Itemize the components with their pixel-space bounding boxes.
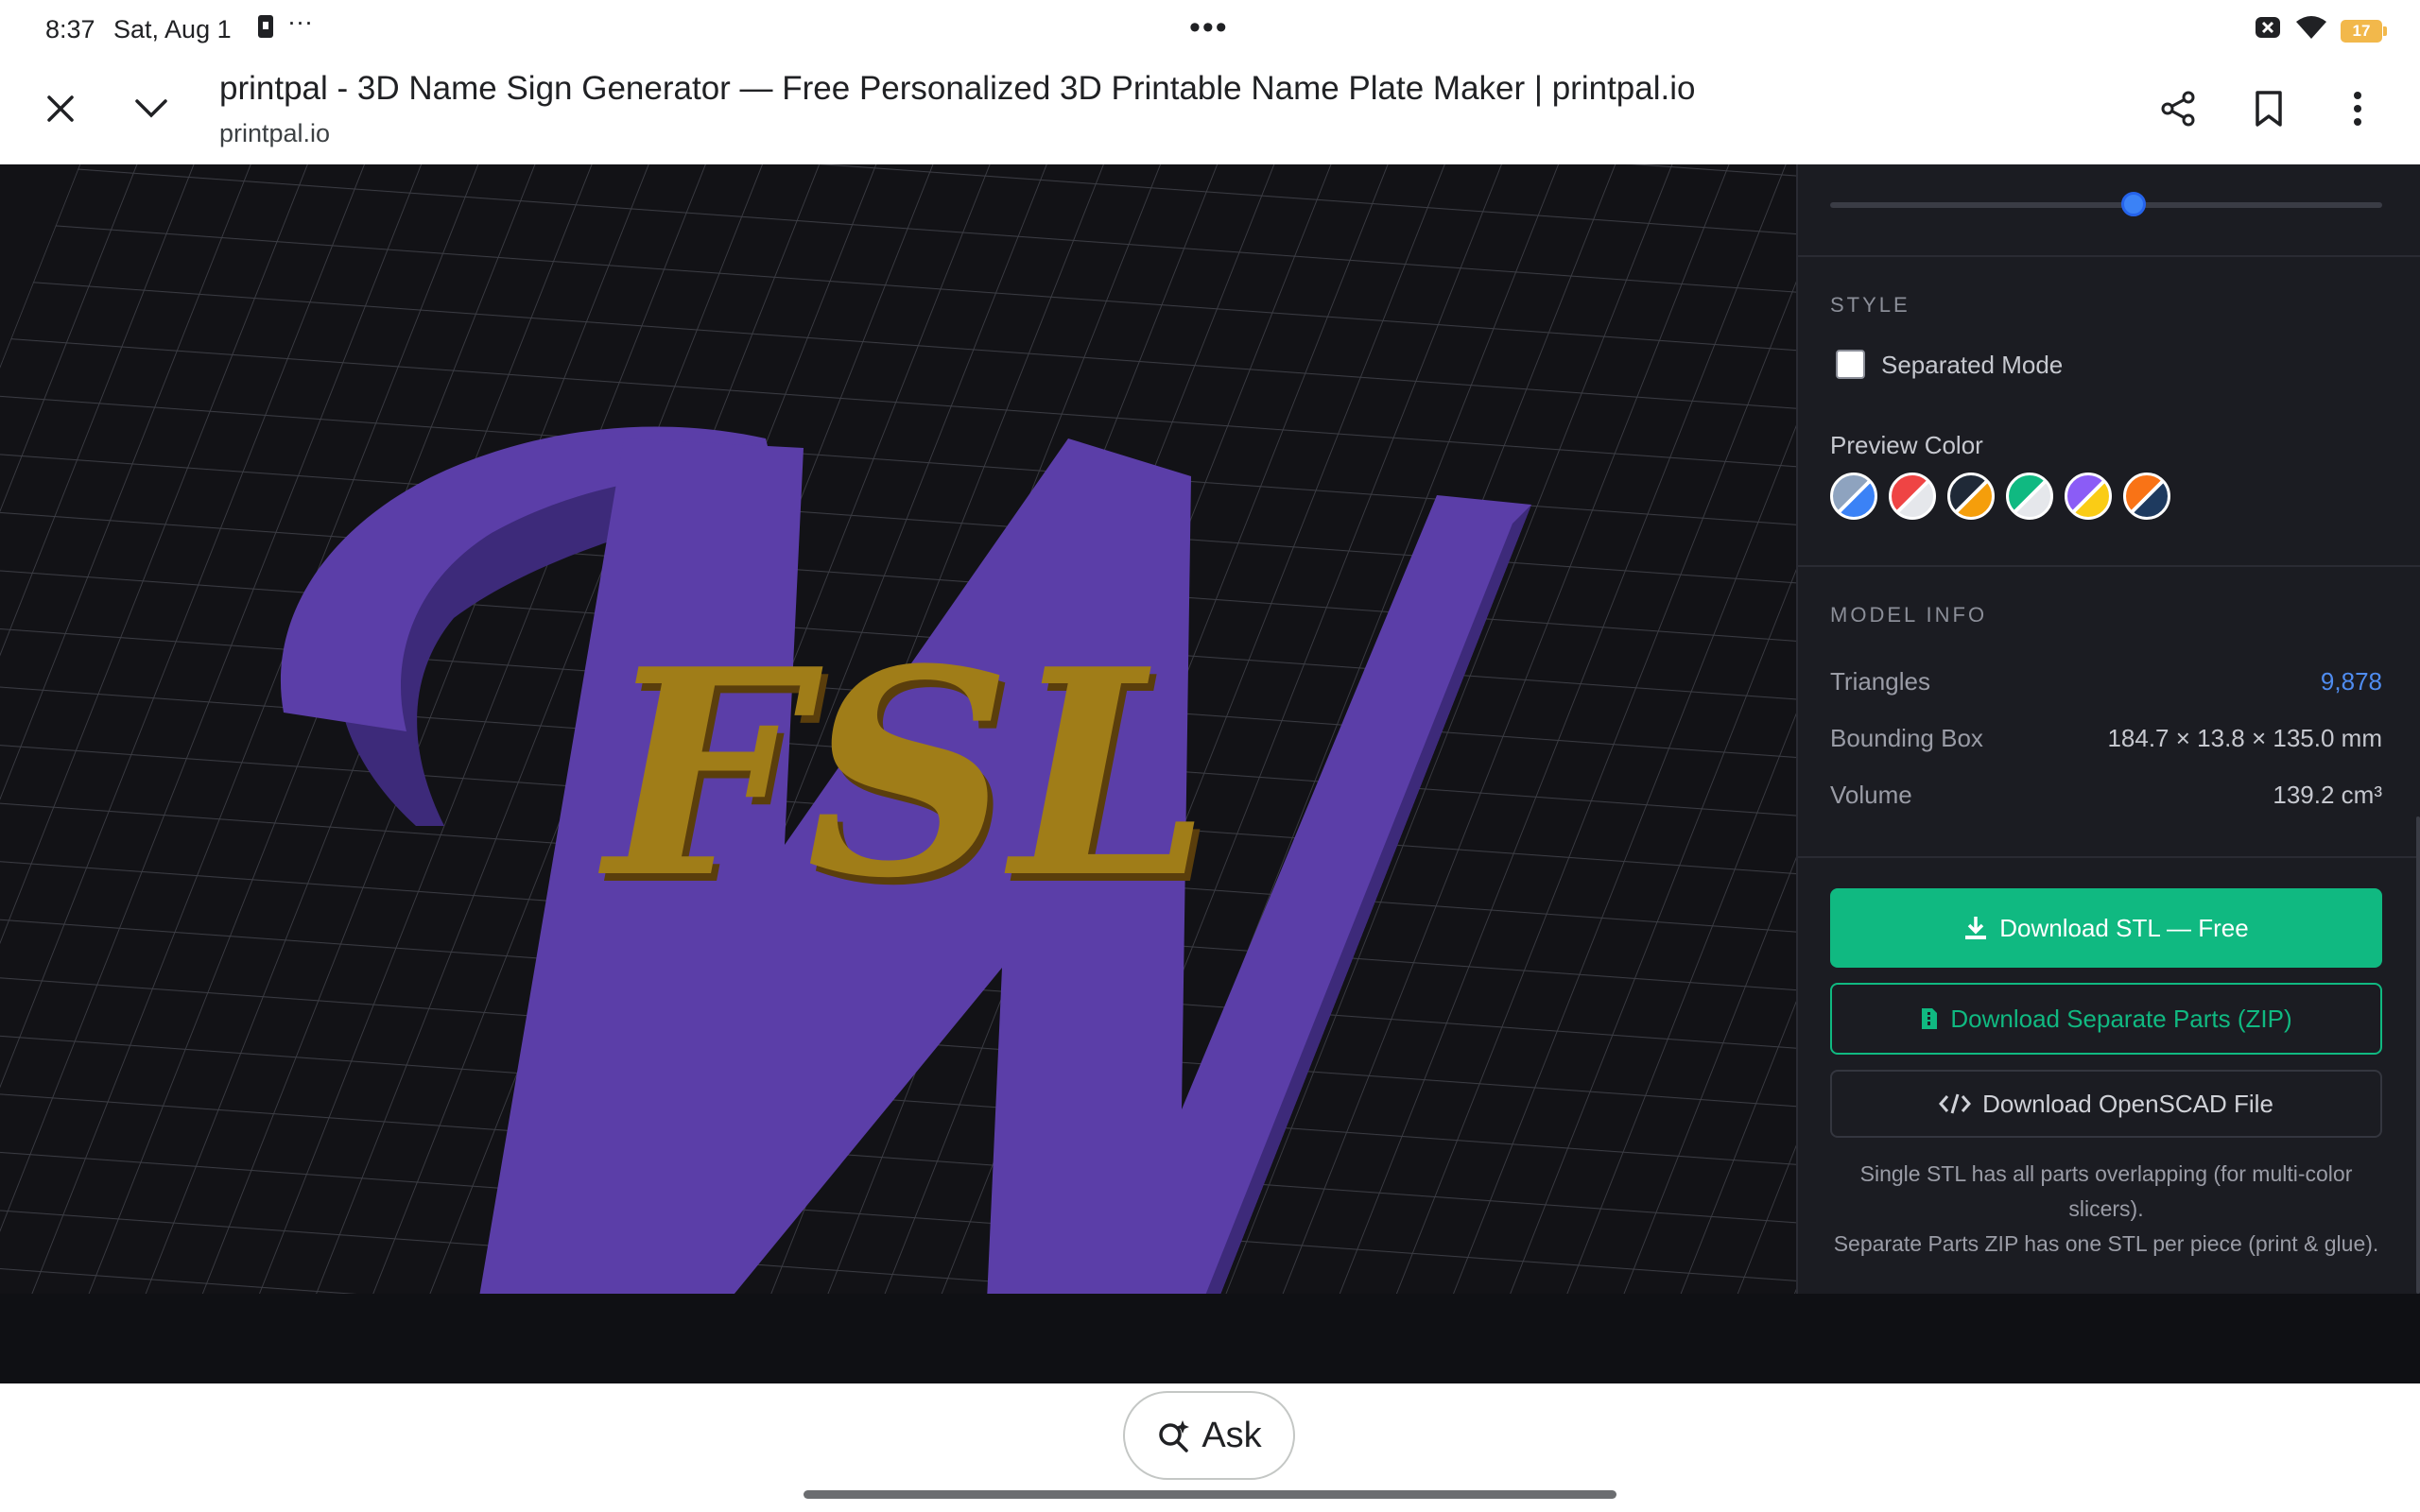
gesture-home-bar[interactable] (804, 1490, 1616, 1499)
triangles-value[interactable]: 9,878 (2321, 667, 2382, 696)
preview-color-swatch[interactable] (2123, 472, 2170, 520)
close-tab-button[interactable] (32, 80, 89, 137)
preview-color-swatch[interactable] (1889, 472, 1936, 520)
size-slider-track[interactable] (1830, 202, 2382, 208)
single-stl-note: Single STL has all parts overlapping (fo… (1859, 1161, 2353, 1221)
web-page: FSL FSL STYLE Separated Mode Preview Col… (0, 164, 2420, 1383)
ask-button[interactable]: Ask (1123, 1391, 1295, 1480)
data-off-icon (2254, 13, 2282, 48)
minimize-tab-button[interactable] (123, 80, 180, 137)
download-separate-parts-button[interactable]: Download Separate Parts (ZIP) (1830, 983, 2382, 1055)
settings-panel: STYLE Separated Mode Preview Color MODEL… (1796, 164, 2420, 1294)
separated-mode-label[interactable]: Separated Mode (1881, 351, 2063, 380)
close-icon (47, 95, 74, 122)
download-stl-label: Download STL — Free (1999, 913, 2249, 942)
3d-preview-canvas: FSL FSL (0, 164, 1796, 1294)
search-sparkle-icon (1159, 1420, 1190, 1452)
download-stl-button[interactable]: Download STL — Free (1830, 888, 2382, 968)
multitask-dots[interactable]: ••• (1189, 9, 1229, 46)
ask-label: Ask (1201, 1415, 1262, 1455)
wifi-icon (2295, 14, 2327, 47)
download-separate-parts-label: Download Separate Parts (ZIP) (1950, 1004, 2292, 1033)
bookmark-button[interactable] (2240, 80, 2297, 137)
style-section-title: STYLE (1830, 293, 1910, 317)
status-icons: 17 (2254, 13, 2387, 48)
bottom-bar: Ask (0, 1383, 2420, 1512)
preview-color-swatch[interactable] (1947, 472, 1995, 520)
clock: 8:37 (45, 15, 95, 43)
divider (1798, 565, 2420, 567)
zip-file-icon (1922, 1008, 1938, 1029)
divider (1798, 255, 2420, 257)
overflow-menu-button[interactable] (2329, 80, 2386, 137)
bookmark-icon (2256, 91, 2282, 127)
model-info-section-title: MODEL INFO (1830, 603, 1988, 627)
volume-label: Volume (1830, 781, 1912, 809)
bounding-box-label: Bounding Box (1830, 724, 1983, 752)
code-icon (1939, 1093, 1972, 1114)
preview-color-swatch[interactable] (2065, 472, 2112, 520)
divider (1798, 856, 2420, 858)
volume-value: 139.2 cm³ (2273, 781, 2382, 809)
triangles-label: Triangles (1830, 667, 1930, 696)
page-footer-area (0, 1294, 2420, 1383)
share-button[interactable] (2150, 80, 2206, 137)
chevron-down-icon (135, 99, 167, 118)
page-title: printpal - 3D Name Sign Generator — Free… (219, 70, 1696, 107)
separate-parts-note: Separate Parts ZIP has one STL per piece… (1833, 1231, 2379, 1256)
preview-color-label: Preview Color (1830, 431, 1983, 459)
page-domain: printpal.io (219, 119, 331, 147)
preview-color-swatch[interactable] (2006, 472, 2053, 520)
download-openscad-label: Download OpenSCAD File (1982, 1089, 2273, 1118)
preview-color-swatch[interactable] (1830, 472, 1877, 520)
share-icon (2161, 91, 2195, 127)
fsl-text-model: FSL FSL (596, 607, 1217, 948)
download-openscad-button[interactable]: Download OpenSCAD File (1830, 1070, 2382, 1138)
more-notifications-icon: ··· (287, 8, 313, 36)
notification-icon (255, 13, 276, 46)
panel-scrollbar[interactable] (2416, 816, 2420, 1294)
3d-preview-viewport[interactable]: FSL FSL (0, 164, 1796, 1294)
fsl-text: FSL (596, 607, 1211, 940)
date: Sat, Aug 1 (113, 15, 232, 43)
browser-toolbar: printpal - 3D Name Sign Generator — Free… (0, 57, 2420, 164)
separated-mode-checkbox[interactable] (1836, 350, 1865, 379)
download-icon (1965, 917, 1987, 939)
preview-color-swatches (1830, 472, 2170, 520)
more-vert-icon (2354, 92, 2361, 126)
screen: 8:37 Sat, Aug 1 ··· ••• 17 printpal - 3D… (0, 0, 2420, 1512)
status-bar: 8:37 Sat, Aug 1 ··· ••• 17 (0, 0, 2420, 57)
bounding-box-value: 184.7 × 13.8 × 135.0 mm (2107, 724, 2382, 752)
battery-icon: 17 (2341, 19, 2387, 43)
size-slider-thumb[interactable] (2121, 192, 2147, 216)
